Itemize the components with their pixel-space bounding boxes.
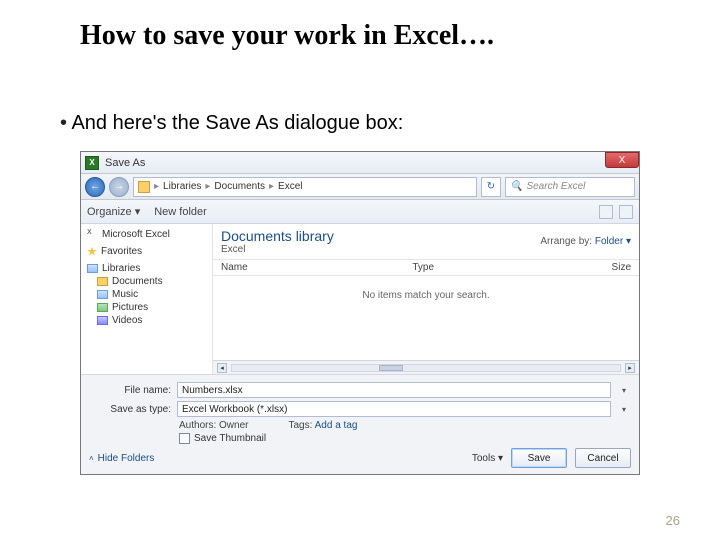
navigation-pane: X Microsoft Excel Favorites Libraries Do… bbox=[81, 224, 213, 374]
save-thumbnail-checkbox[interactable] bbox=[179, 433, 190, 444]
nav-label: Music bbox=[112, 289, 138, 300]
nav-label: Documents bbox=[112, 276, 163, 287]
column-size[interactable]: Size bbox=[549, 262, 631, 273]
hide-folders-label: Hide Folders bbox=[98, 453, 155, 464]
nav-microsoft-excel[interactable]: X Microsoft Excel bbox=[85, 228, 208, 241]
cancel-button[interactable]: Cancel bbox=[575, 448, 631, 468]
save-button[interactable]: Save bbox=[511, 448, 567, 468]
dialog-titlebar: X Save As X bbox=[81, 152, 639, 174]
nav-label: Videos bbox=[112, 315, 142, 326]
folder-icon bbox=[97, 277, 108, 286]
help-icon[interactable] bbox=[619, 205, 633, 219]
authors-label: Authors: bbox=[179, 420, 216, 431]
crumb-libraries[interactable]: Libraries bbox=[163, 181, 201, 192]
libraries-icon bbox=[87, 264, 98, 273]
search-input[interactable]: 🔍 Search Excel bbox=[505, 177, 635, 197]
save-as-dialog: X Save As X ← → ▸ Libraries ▸ Documents … bbox=[80, 151, 640, 475]
column-headers[interactable]: Name Type Size bbox=[213, 260, 639, 276]
column-name[interactable]: Name bbox=[221, 262, 412, 273]
nav-label: Libraries bbox=[102, 263, 140, 274]
chevron-right-icon: ▸ bbox=[203, 181, 212, 192]
excel-app-icon: X bbox=[85, 156, 99, 170]
scroll-thumb[interactable] bbox=[379, 365, 403, 371]
save-thumbnail-label: Save Thumbnail bbox=[194, 433, 266, 444]
scroll-track[interactable] bbox=[231, 364, 621, 372]
address-bar-row: ← → ▸ Libraries ▸ Documents ▸ Excel ↻ 🔍 … bbox=[81, 174, 639, 200]
new-folder-button[interactable]: New folder bbox=[154, 206, 207, 218]
nav-label: Microsoft Excel bbox=[102, 229, 170, 240]
library-title: Documents library bbox=[221, 228, 334, 244]
authors-value[interactable]: Owner bbox=[219, 420, 248, 431]
slide-bullet: And here's the Save As dialogue box: bbox=[0, 52, 720, 145]
crumb-documents[interactable]: Documents bbox=[214, 181, 265, 192]
save-thumbnail-row[interactable]: Save Thumbnail bbox=[179, 433, 631, 444]
library-subtitle: Excel bbox=[221, 244, 334, 255]
nav-libraries[interactable]: Libraries bbox=[85, 262, 208, 275]
scroll-left-icon[interactable]: ◂ bbox=[217, 363, 227, 373]
star-icon bbox=[87, 247, 97, 257]
authors-field[interactable]: Authors: Owner bbox=[179, 420, 248, 431]
search-placeholder: Search Excel bbox=[526, 181, 585, 192]
chevron-right-icon: ▸ bbox=[152, 181, 161, 192]
chevron-down-icon[interactable]: ▾ bbox=[617, 405, 631, 414]
search-icon: 🔍 bbox=[510, 181, 522, 192]
nav-videos[interactable]: Videos bbox=[85, 314, 208, 327]
file-list-pane: Documents library Excel Arrange by: Fold… bbox=[213, 224, 639, 374]
file-name-input[interactable]: Numbers.xlsx bbox=[177, 382, 611, 398]
chevron-right-icon: ▸ bbox=[267, 181, 276, 192]
horizontal-scrollbar[interactable]: ◂ ▸ bbox=[213, 360, 639, 374]
nav-label: Pictures bbox=[112, 302, 148, 313]
dialog-body: X Microsoft Excel Favorites Libraries Do… bbox=[81, 224, 639, 374]
tags-value[interactable]: Add a tag bbox=[315, 420, 358, 431]
arrange-label: Arrange by: bbox=[540, 236, 592, 247]
dialog-toolbar: Organize ▾ New folder bbox=[81, 200, 639, 224]
tags-field[interactable]: Tags: Add a tag bbox=[288, 420, 357, 431]
breadcrumb[interactable]: ▸ Libraries ▸ Documents ▸ Excel bbox=[133, 177, 477, 197]
arrange-by[interactable]: Arrange by: Folder ▾ bbox=[540, 236, 631, 247]
library-header: Documents library Excel Arrange by: Fold… bbox=[213, 224, 639, 260]
nav-music[interactable]: Music bbox=[85, 288, 208, 301]
nav-forward-button[interactable]: → bbox=[109, 177, 129, 197]
page-number: 26 bbox=[666, 513, 680, 528]
dialog-title: Save As bbox=[105, 157, 145, 169]
save-form: File name: Numbers.xlsx ▾ Save as type: … bbox=[81, 374, 639, 474]
excel-app-icon: X bbox=[87, 229, 98, 240]
nav-pictures[interactable]: Pictures bbox=[85, 301, 208, 314]
chevron-up-icon: ˄ bbox=[89, 454, 94, 463]
save-as-type-select[interactable]: Excel Workbook (*.xlsx) bbox=[177, 401, 611, 417]
folder-icon bbox=[138, 181, 150, 193]
tools-menu[interactable]: Tools ▾ bbox=[472, 453, 503, 464]
videos-icon bbox=[97, 316, 108, 325]
save-as-type-label: Save as type: bbox=[89, 404, 171, 415]
column-type[interactable]: Type bbox=[412, 262, 549, 273]
nav-label: Favorites bbox=[101, 246, 142, 257]
close-button[interactable]: X bbox=[605, 152, 639, 168]
pictures-icon bbox=[97, 303, 108, 312]
crumb-excel[interactable]: Excel bbox=[278, 181, 302, 192]
scroll-right-icon[interactable]: ▸ bbox=[625, 363, 635, 373]
arrange-value[interactable]: Folder ▾ bbox=[595, 236, 631, 247]
chevron-down-icon[interactable]: ▾ bbox=[617, 386, 631, 395]
file-name-label: File name: bbox=[89, 385, 171, 396]
nav-favorites[interactable]: Favorites bbox=[85, 245, 208, 258]
refresh-button[interactable]: ↻ bbox=[481, 177, 501, 197]
view-options-icon[interactable] bbox=[599, 205, 613, 219]
slide-title: How to save your work in Excel…. bbox=[0, 0, 720, 52]
nav-documents[interactable]: Documents bbox=[85, 275, 208, 288]
empty-list-message: No items match your search. bbox=[213, 276, 639, 360]
nav-back-button[interactable]: ← bbox=[85, 177, 105, 197]
hide-folders-toggle[interactable]: ˄ Hide Folders bbox=[89, 453, 154, 464]
organize-menu[interactable]: Organize ▾ bbox=[87, 205, 140, 218]
music-icon bbox=[97, 290, 108, 299]
tags-label: Tags: bbox=[288, 420, 312, 431]
